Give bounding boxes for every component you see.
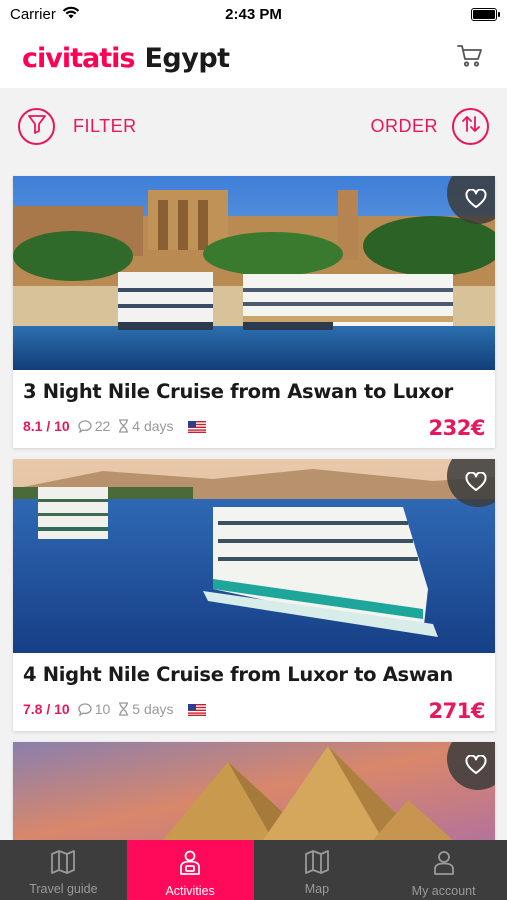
tab-travel-guide[interactable]: Travel guide — [0, 840, 127, 900]
carrier-label: Carrier — [10, 5, 56, 23]
rating-score: 7.8 / 10 — [23, 701, 70, 717]
app-header: civitatis Egypt — [0, 28, 507, 88]
map-icon — [304, 850, 330, 877]
tab-label: Travel guide — [29, 882, 98, 896]
heart-icon — [465, 472, 487, 492]
duration: 5 days — [132, 701, 174, 717]
filter-button[interactable] — [18, 107, 55, 145]
filter-icon — [27, 114, 46, 139]
tab-label: My account — [411, 884, 476, 898]
activity-info: 3 Night Nile Cruise from Aswan to Luxor … — [13, 370, 495, 448]
review-count: 10 — [94, 701, 111, 717]
comment-icon — [78, 419, 92, 433]
rating-score: 8.1 / 10 — [23, 418, 70, 434]
order-button[interactable] — [452, 107, 489, 145]
activity-meta: 7.8 / 10 10 5 days — [23, 701, 206, 717]
hourglass-icon — [118, 419, 129, 433]
hourglass-icon — [118, 702, 129, 716]
activity-title[interactable]: 3 Night Nile Cruise from Aswan to Luxor — [23, 380, 485, 403]
battery-icon — [471, 7, 500, 21]
activity-meta: 8.1 / 10 22 4 days — [23, 418, 206, 434]
cart-button[interactable] — [455, 43, 485, 73]
heart-icon — [465, 189, 487, 209]
book-map-icon — [50, 850, 76, 877]
tab-label: Activities — [165, 884, 215, 898]
pyramids-photo — [13, 742, 495, 840]
activity-image[interactable] — [13, 742, 495, 840]
nile-cruise-photo — [13, 176, 495, 370]
cart-icon — [457, 44, 483, 73]
nile-cruise-photo — [13, 459, 495, 653]
duration: 4 days — [132, 418, 174, 434]
wifi-icon — [62, 6, 80, 23]
activity-price: 271€ — [428, 699, 486, 723]
activity-card[interactable] — [13, 742, 495, 840]
heart-icon — [465, 755, 487, 775]
activity-price: 232€ — [428, 416, 486, 440]
tab-my-account[interactable]: My account — [380, 840, 507, 900]
activity-info: 4 Night Nile Cruise from Luxor to Aswan … — [13, 653, 495, 731]
us-flag-icon — [187, 703, 206, 716]
status-bar: Carrier 2:43 PM — [0, 0, 507, 28]
page-title: Egypt — [144, 42, 230, 74]
review-count: 22 — [94, 418, 111, 434]
comment-icon — [78, 702, 92, 716]
us-flag-icon — [187, 420, 206, 433]
bottom-tab-bar: Travel guide Activities Map My account — [0, 840, 507, 900]
activity-title[interactable]: 4 Night Nile Cruise from Luxor to Aswan — [23, 663, 485, 686]
person-icon — [433, 850, 455, 879]
activity-image[interactable] — [13, 176, 495, 370]
app-screen: Carrier 2:43 PM civitatis Egypt FILTER O… — [0, 0, 507, 900]
activity-card[interactable]: 3 Night Nile Cruise from Aswan to Luxor … — [13, 176, 495, 448]
filter-bar: FILTER ORDER — [0, 88, 507, 164]
filter-label[interactable]: FILTER — [73, 116, 137, 137]
person-ticket-icon — [178, 850, 202, 879]
activity-image[interactable] — [13, 459, 495, 653]
sort-icon — [461, 114, 481, 139]
tab-map[interactable]: Map — [254, 840, 381, 900]
tab-activities[interactable]: Activities — [126, 840, 254, 900]
order-label[interactable]: ORDER — [370, 116, 438, 137]
activity-card[interactable]: 4 Night Nile Cruise from Luxor to Aswan … — [13, 459, 495, 731]
brand-logo[interactable]: civitatis — [22, 43, 135, 74]
tab-label: Map — [304, 882, 330, 896]
